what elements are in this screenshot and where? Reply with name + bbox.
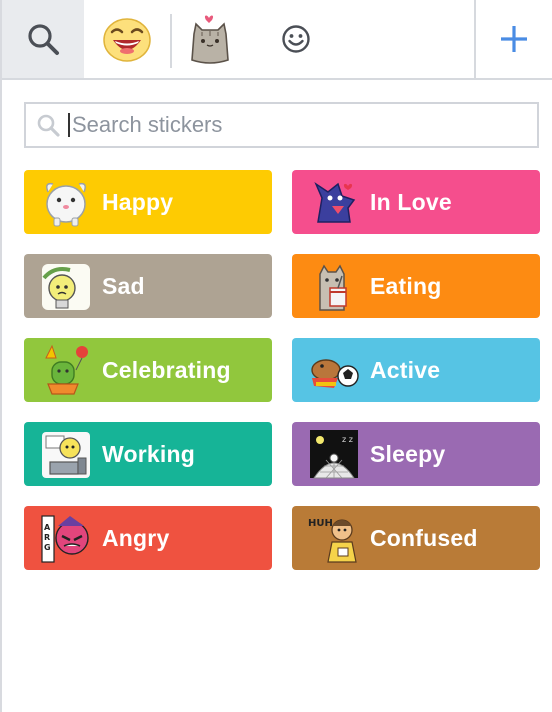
- svg-text:HUH: HUH: [308, 518, 333, 529]
- category-angry[interactable]: A R G Angry: [24, 506, 272, 570]
- search-icon: [28, 24, 59, 55]
- category-label: Sleepy: [370, 440, 446, 467]
- category-label: Confused: [370, 524, 478, 551]
- category-label: In Love: [370, 188, 452, 215]
- category-sad[interactable]: Sad: [24, 254, 272, 318]
- sad-lamp-sticker-icon: [40, 260, 92, 312]
- category-celebrating[interactable]: Celebrating: [24, 338, 272, 402]
- category-label: Happy: [102, 188, 174, 215]
- dragon-dog-sticker-icon: [308, 176, 360, 228]
- category-label: Eating: [370, 272, 442, 299]
- add-sticker-pack-button[interactable]: [474, 0, 552, 78]
- tab-emoji-smileys[interactable]: [254, 0, 338, 78]
- night-sky-sticker-icon: z z: [308, 428, 360, 480]
- plus-icon: [501, 26, 527, 52]
- search-icon: [36, 113, 66, 137]
- category-label: Working: [102, 440, 195, 467]
- laughing-face-icon: [103, 18, 151, 62]
- category-eating[interactable]: Eating: [292, 254, 540, 318]
- category-active[interactable]: Active: [292, 338, 540, 402]
- category-happy[interactable]: Happy: [24, 170, 272, 234]
- cactus-party-sticker-icon: [40, 344, 92, 396]
- category-label: Sad: [102, 272, 145, 299]
- desk-worker-sticker-icon: [40, 428, 92, 480]
- tab-search[interactable]: [2, 0, 84, 78]
- svg-text:G: G: [44, 543, 51, 552]
- angry-hero-sticker-icon: A R G: [40, 512, 92, 564]
- svg-text:R: R: [44, 533, 50, 542]
- smiley-icon: [282, 25, 310, 53]
- pusheen-eating-sticker-icon: [308, 260, 360, 312]
- category-in-love[interactable]: In Love: [292, 170, 540, 234]
- category-sleepy[interactable]: z z Sleepy: [292, 422, 540, 486]
- sticker-tab-bar: [2, 0, 552, 80]
- category-working[interactable]: Working: [24, 422, 272, 486]
- pusheen-cat-icon: [191, 15, 229, 64]
- svg-text:z z: z z: [342, 435, 353, 444]
- sticker-picker-panel: Happy In Love: [0, 0, 552, 712]
- tab-emoji-pack[interactable]: [86, 0, 168, 78]
- dog-soccer-sticker-icon: [308, 344, 360, 396]
- category-confused[interactable]: HUH Confused: [292, 506, 540, 570]
- white-creature-sticker-icon: [40, 176, 92, 228]
- category-label: Angry: [102, 524, 170, 551]
- category-label: Active: [370, 356, 441, 383]
- search-input[interactable]: [70, 105, 537, 145]
- huh-guy-sticker-icon: HUH: [308, 512, 360, 564]
- svg-text:A: A: [44, 523, 51, 532]
- sticker-search-box[interactable]: [24, 102, 539, 148]
- category-label: Celebrating: [102, 356, 231, 383]
- tab-pusheen-pack[interactable]: [172, 0, 250, 78]
